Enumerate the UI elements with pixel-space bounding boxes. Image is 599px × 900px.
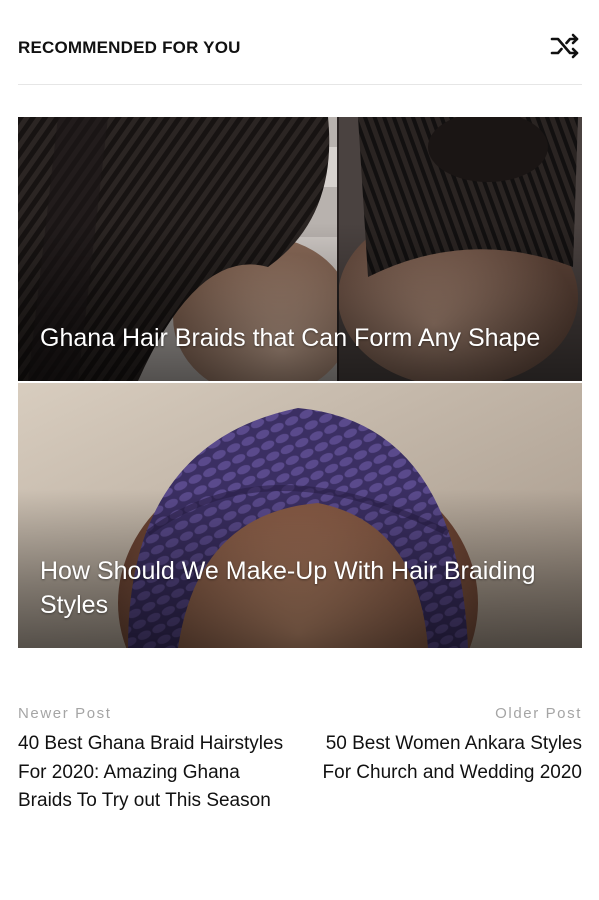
- card-1-title[interactable]: Ghana Hair Braids that Can Form Any Shap…: [40, 321, 560, 355]
- older-post-link[interactable]: 50 Best Women Ankara Styles For Church a…: [312, 730, 582, 787]
- newer-post-label: Newer Post: [18, 705, 112, 722]
- widget-title: RECOMMENDED FOR YOU: [18, 38, 241, 57]
- recommended-card-1[interactable]: Ghana Hair Braids that Can Form Any Shap…: [18, 117, 582, 381]
- card-2-title[interactable]: How Should We Make-Up With Hair Braiding…: [40, 554, 560, 622]
- widget-header: RECOMMENDED FOR YOU: [18, 28, 582, 68]
- older-post-label: Older Post: [495, 705, 582, 722]
- older-post: Older Post 50 Best Women Ankara Styles F…: [312, 705, 582, 787]
- newer-post: Newer Post 40 Best Ghana Braid Hairstyle…: [18, 705, 288, 816]
- recommended-card-2[interactable]: How Should We Make-Up With Hair Braiding…: [18, 383, 582, 648]
- newer-post-link[interactable]: 40 Best Ghana Braid Hairstyles For 2020:…: [18, 730, 288, 816]
- card-1-overlay: [18, 222, 582, 381]
- header-divider: [18, 84, 582, 85]
- shuffle-icon[interactable]: [550, 32, 582, 60]
